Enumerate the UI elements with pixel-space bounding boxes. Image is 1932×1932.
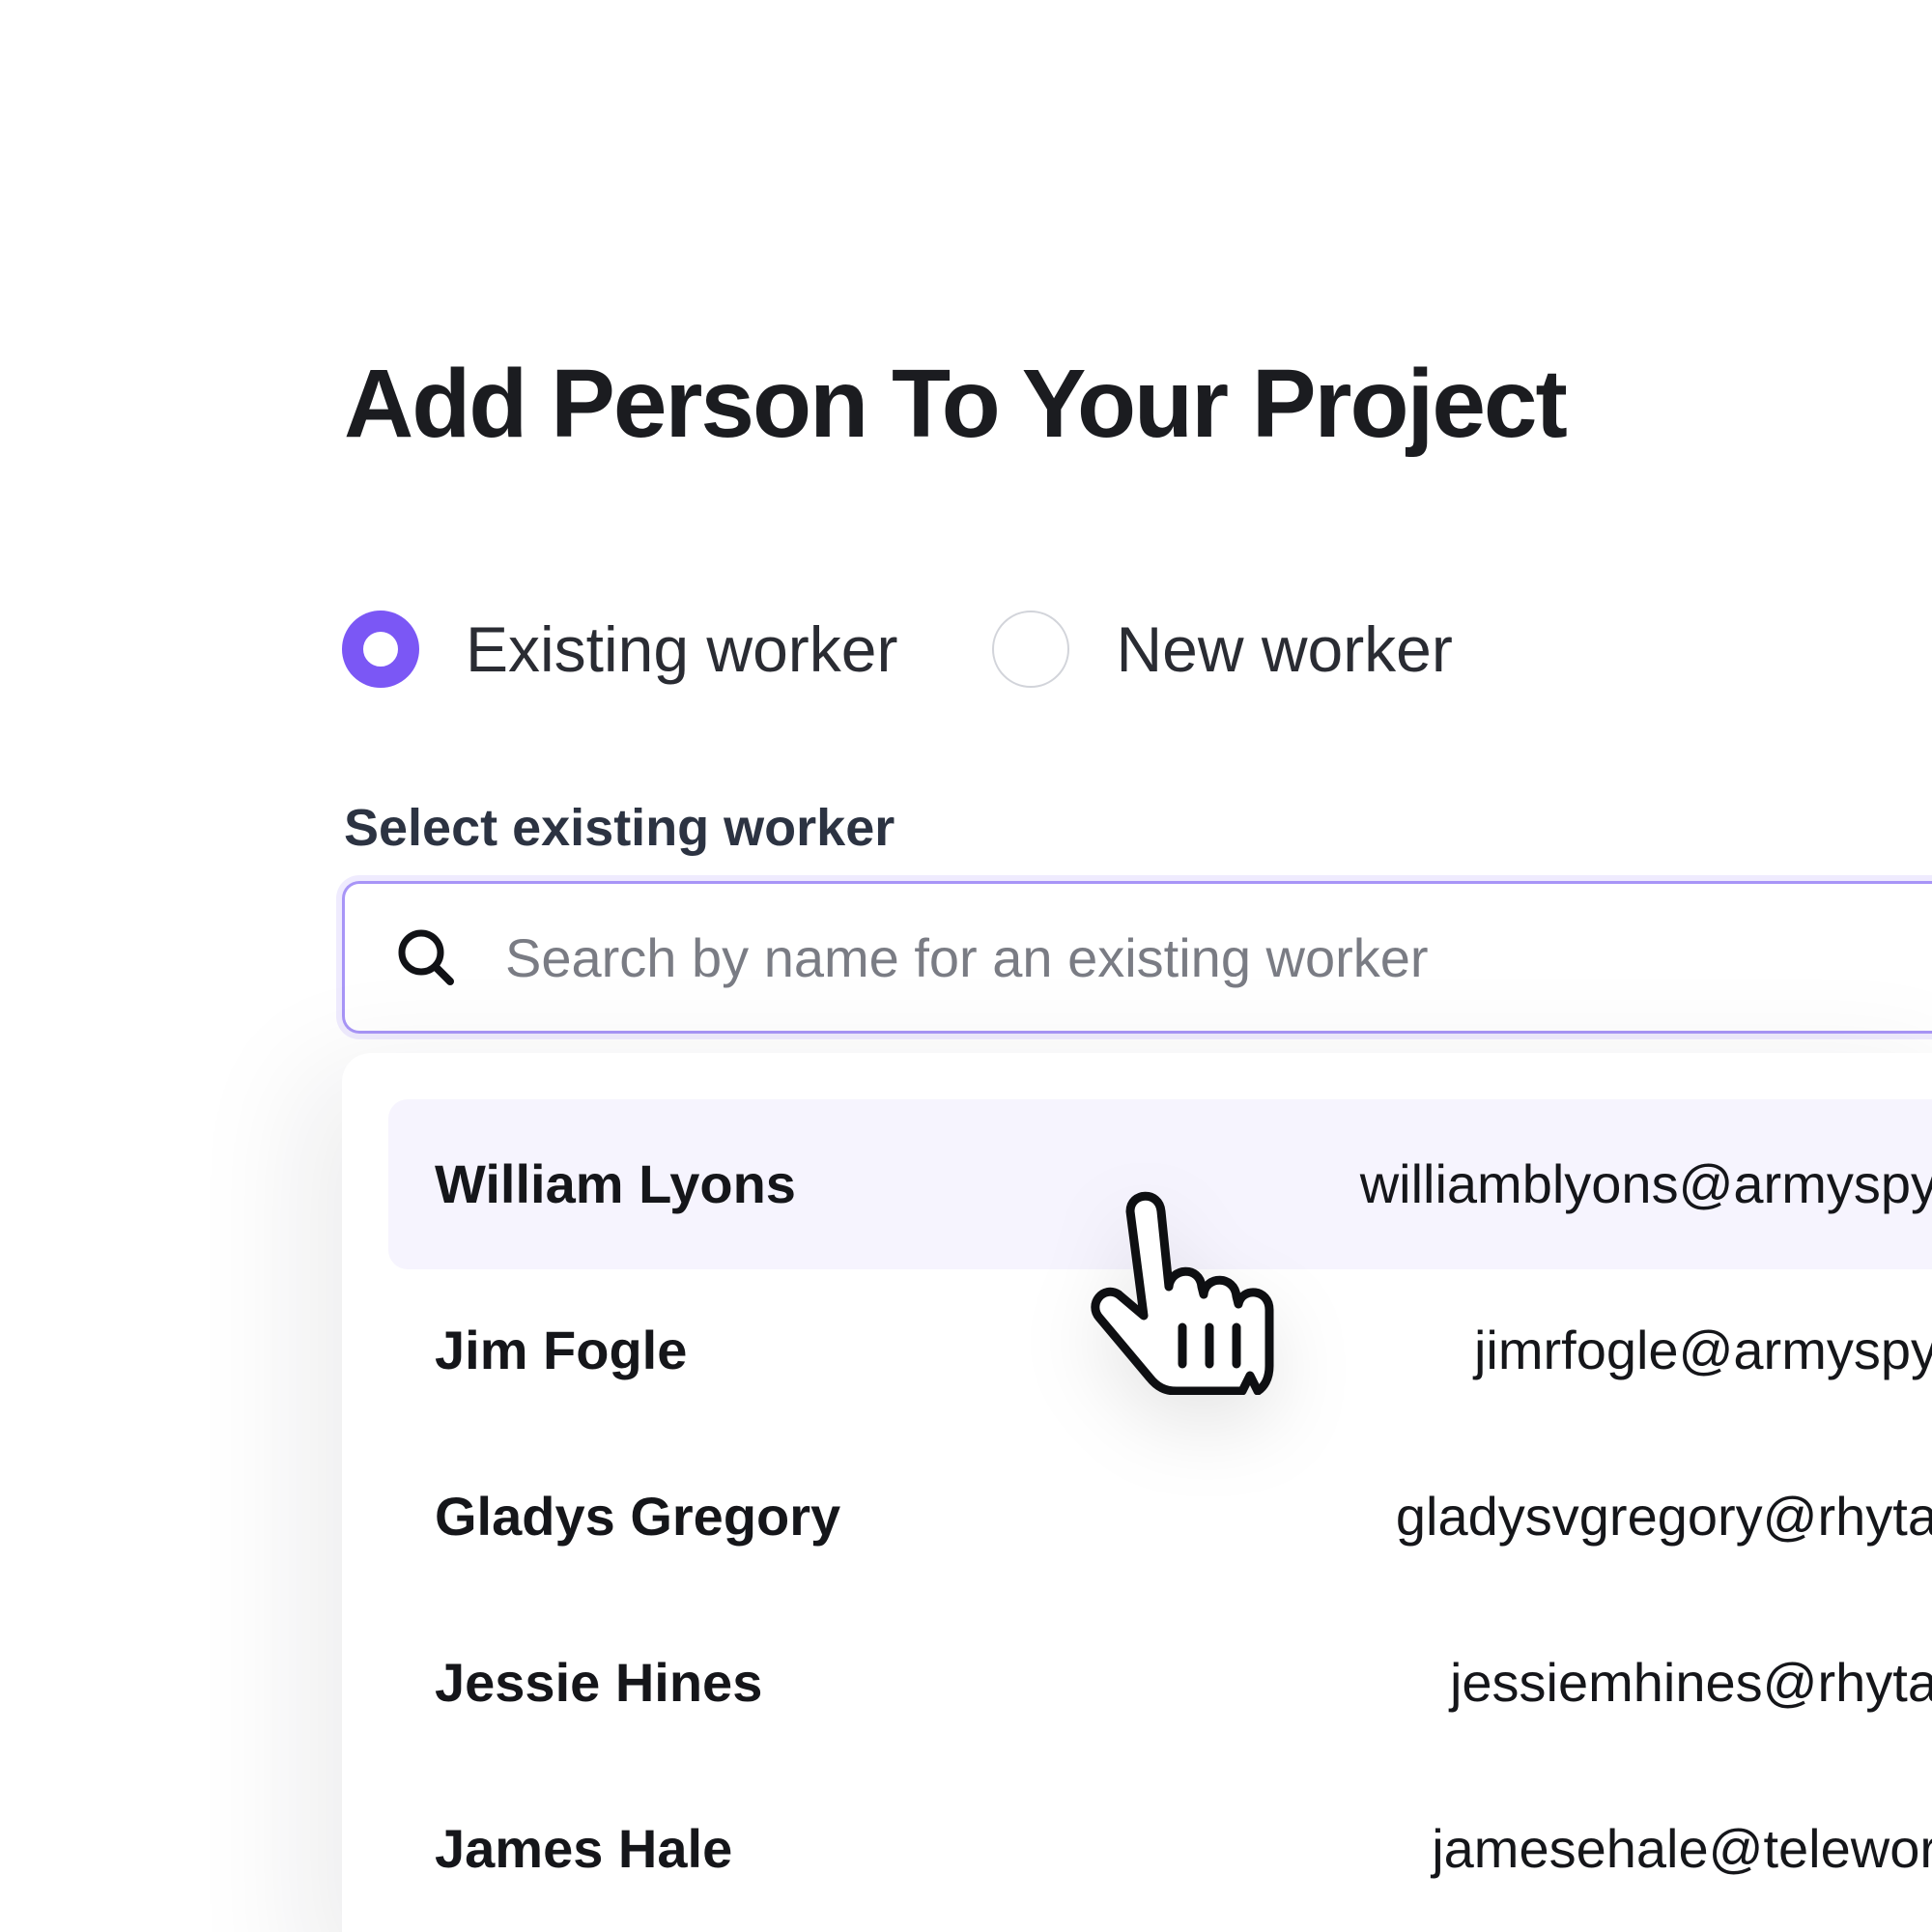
result-name: Jessie Hines <box>435 1652 763 1713</box>
result-row-jim-fogle[interactable]: Jim Fogle jimrfogle@armyspy <box>388 1265 1932 1435</box>
result-row-gladys-gregory[interactable]: Gladys Gregory gladysvgregory@rhyta <box>388 1432 1932 1602</box>
radio-option-new-worker[interactable]: New worker <box>992 611 1453 688</box>
search-box[interactable] <box>342 881 1932 1034</box>
result-email: jessiemhines@rhyta <box>1449 1652 1932 1713</box>
radio-label-existing-worker: Existing worker <box>466 613 898 685</box>
radio-option-existing-worker[interactable]: Existing worker <box>342 611 897 688</box>
result-email: gladysvgregory@rhyta <box>1395 1486 1932 1547</box>
result-name: James Hale <box>435 1818 733 1879</box>
select-worker-label: Select existing worker <box>344 799 895 857</box>
radio-label-new-worker: New worker <box>1116 613 1453 685</box>
result-name: Jim Fogle <box>435 1320 688 1380</box>
result-email: williamblyons@armyspy <box>1359 1153 1932 1214</box>
result-row-james-hale[interactable]: James Hale jamesehale@telewor <box>388 1764 1932 1932</box>
results-dropdown: William Lyons williamblyons@armyspy Jim … <box>342 1053 1932 1932</box>
result-email: jamesehale@telewor <box>1432 1818 1932 1879</box>
search-input[interactable] <box>505 909 1858 1006</box>
result-name: William Lyons <box>435 1153 796 1214</box>
result-name: Gladys Gregory <box>435 1486 841 1547</box>
page-title: Add Person To Your Project <box>344 350 1568 458</box>
worker-type-radio-group: Existing worker New worker <box>342 611 1453 688</box>
search-icon <box>398 929 454 985</box>
radio-new-worker[interactable] <box>992 611 1070 688</box>
result-row-jessie-hines[interactable]: Jessie Hines jessiemhines@rhyta <box>388 1598 1932 1768</box>
result-email: jimrfogle@armyspy <box>1473 1320 1932 1380</box>
result-row-william-lyons[interactable]: William Lyons williamblyons@armyspy <box>388 1099 1932 1269</box>
radio-existing-worker[interactable] <box>342 611 419 688</box>
viewport: Add Person To Your Project Existing work… <box>0 0 1932 1932</box>
